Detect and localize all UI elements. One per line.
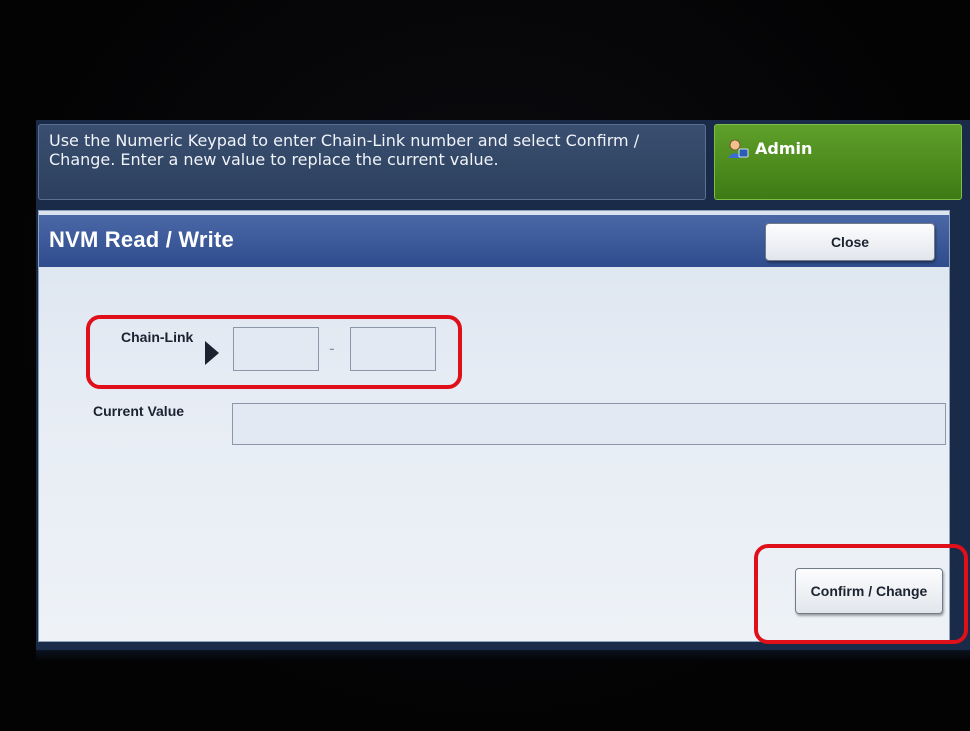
confirm-highlight <box>754 544 968 644</box>
current-value-field <box>232 403 946 445</box>
instruction-text: Use the Numeric Keypad to enter Chain-Li… <box>49 131 640 169</box>
close-button[interactable]: Close <box>765 223 935 261</box>
admin-user-icon <box>727 139 749 163</box>
admin-status[interactable]: Admin <box>714 124 962 200</box>
close-button-label: Close <box>830 234 870 250</box>
instruction-message: Use the Numeric Keypad to enter Chain-Li… <box>38 124 706 200</box>
page-title: NVM Read / Write <box>49 227 234 252</box>
panel-title-bar: NVM Read / Write Close <box>39 215 949 267</box>
chain-link-highlight <box>86 315 462 389</box>
screen-bottom-edge <box>36 650 970 660</box>
current-value-label: Current Value <box>93 403 185 419</box>
admin-label: Admin <box>755 139 813 158</box>
